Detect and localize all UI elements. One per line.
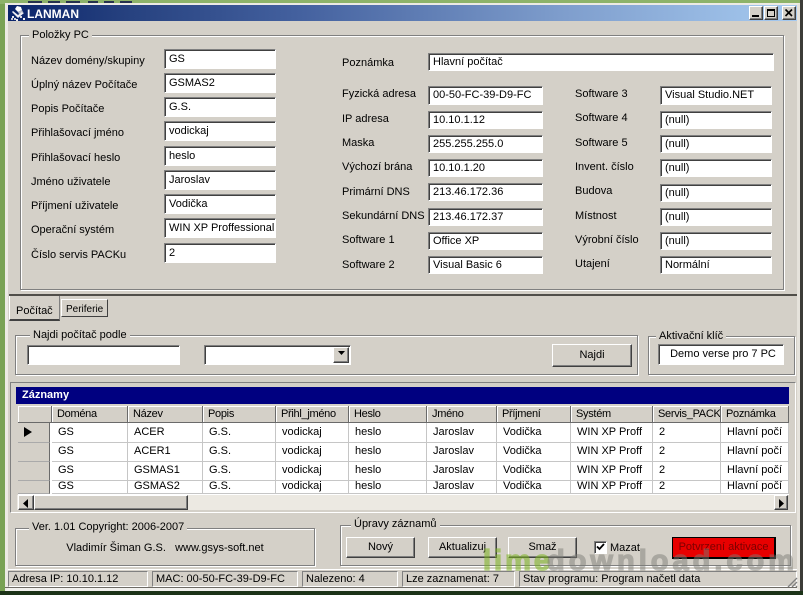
svg-text:lime: lime [483, 546, 553, 577]
svg-text:download.com: download.com [547, 546, 798, 577]
